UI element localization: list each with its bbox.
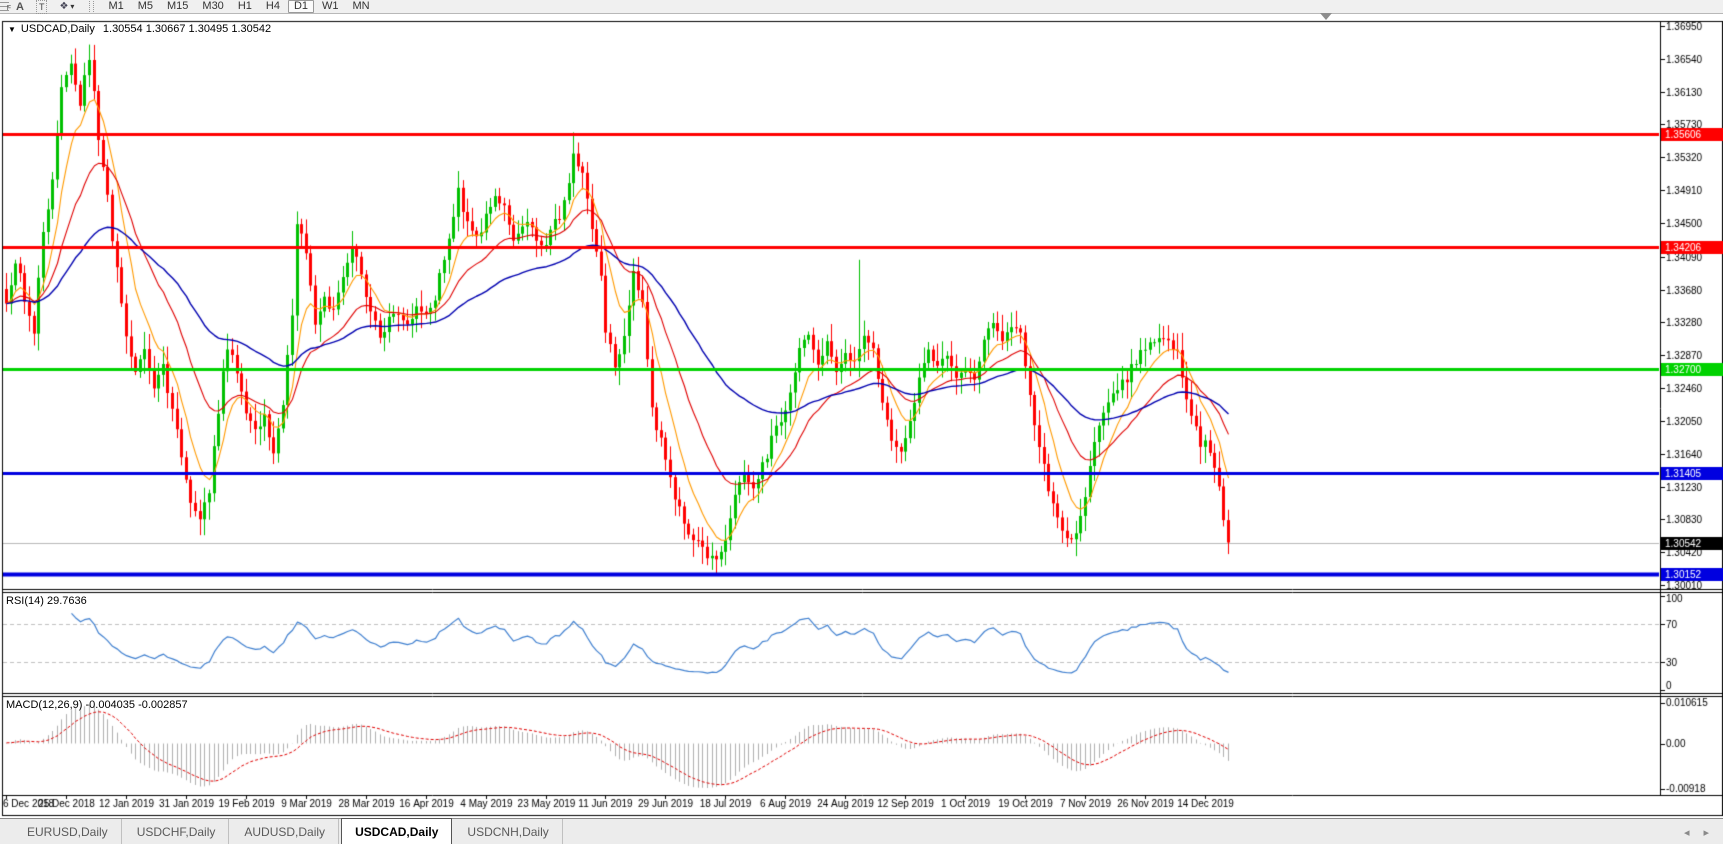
fibonacci-tool-button[interactable]: F (0, 1, 10, 13)
arrows-icon: ❖ (59, 1, 68, 13)
top-toolbar: F A T ❖ ▾ M1 M5 M15 M30 H1 H4 D1 W1 MN (0, 0, 1723, 14)
timeframe-d1-button[interactable]: D1 (288, 0, 314, 13)
chart-symbol-label: USDCAD,Daily (21, 23, 95, 35)
tab-scroll-left-icon[interactable]: ◂ (1684, 826, 1690, 839)
macd-indicator-label: MACD(12,26,9) -0.004035 -0.002857 (6, 699, 188, 711)
tab-usdchf-daily[interactable]: USDCHF,Daily (124, 819, 230, 844)
toolbar-grip[interactable] (89, 1, 94, 12)
tab-eurusd-daily[interactable]: EURUSD,Daily (14, 819, 122, 844)
timeframe-m15-button[interactable]: M15 (161, 0, 194, 13)
mt4-window: F A T ❖ ▾ M1 M5 M15 M30 H1 H4 D1 W1 MN ▼… (0, 0, 1723, 844)
timeframe-w1-button[interactable]: W1 (316, 0, 345, 13)
timeframe-mn-button[interactable]: MN (347, 0, 376, 13)
macd-name: MACD(12,26,9) (6, 699, 82, 711)
rsi-indicator-label: RSI(14) 29.7636 (6, 595, 87, 607)
chart-ohlc-values: 1.30554 1.30667 1.30495 1.30542 (103, 23, 271, 35)
timeframe-m30-button[interactable]: M30 (196, 0, 229, 13)
chart-canvas[interactable] (0, 14, 1723, 818)
timeframe-h4-button[interactable]: H4 (260, 0, 286, 13)
tab-scroll-controls: ◂ ▸ (1684, 819, 1709, 844)
timeframe-m1-button[interactable]: M1 (102, 0, 129, 13)
rsi-value: 29.7636 (47, 595, 87, 607)
chart-tab-bar: EURUSD,Daily USDCHF,Daily AUDUSD,Daily U… (0, 818, 1723, 844)
chart-shift-marker-icon[interactable] (1320, 13, 1332, 20)
tab-usdcnh-daily[interactable]: USDCNH,Daily (454, 819, 562, 844)
chart-title: ▼ USDCAD,Daily 1.30554 1.30667 1.30495 1.3… (8, 23, 271, 35)
timeframe-h1-button[interactable]: H1 (232, 0, 258, 13)
timeframe-m5-button[interactable]: M5 (132, 0, 159, 13)
text-tool-button[interactable]: A (10, 1, 30, 13)
symbol-dropdown-icon[interactable]: ▼ (8, 25, 16, 34)
tab-audusd-daily[interactable]: AUDUSD,Daily (231, 819, 339, 844)
tab-usdcad-daily[interactable]: USDCAD,Daily (341, 818, 452, 844)
fibonacci-label: F (7, 3, 11, 15)
text-label-tool-button[interactable]: T (30, 1, 54, 13)
tab-scroll-right-icon[interactable]: ▸ (1703, 826, 1709, 839)
macd-main-value: -0.004035 (85, 699, 135, 711)
arrows-tool-button[interactable]: ❖ ▾ (53, 1, 80, 13)
caret-down-icon: ▾ (70, 1, 74, 13)
macd-signal-value: -0.002857 (138, 699, 188, 711)
rsi-name: RSI(14) (6, 595, 44, 607)
text-label-icon: T (36, 0, 48, 14)
